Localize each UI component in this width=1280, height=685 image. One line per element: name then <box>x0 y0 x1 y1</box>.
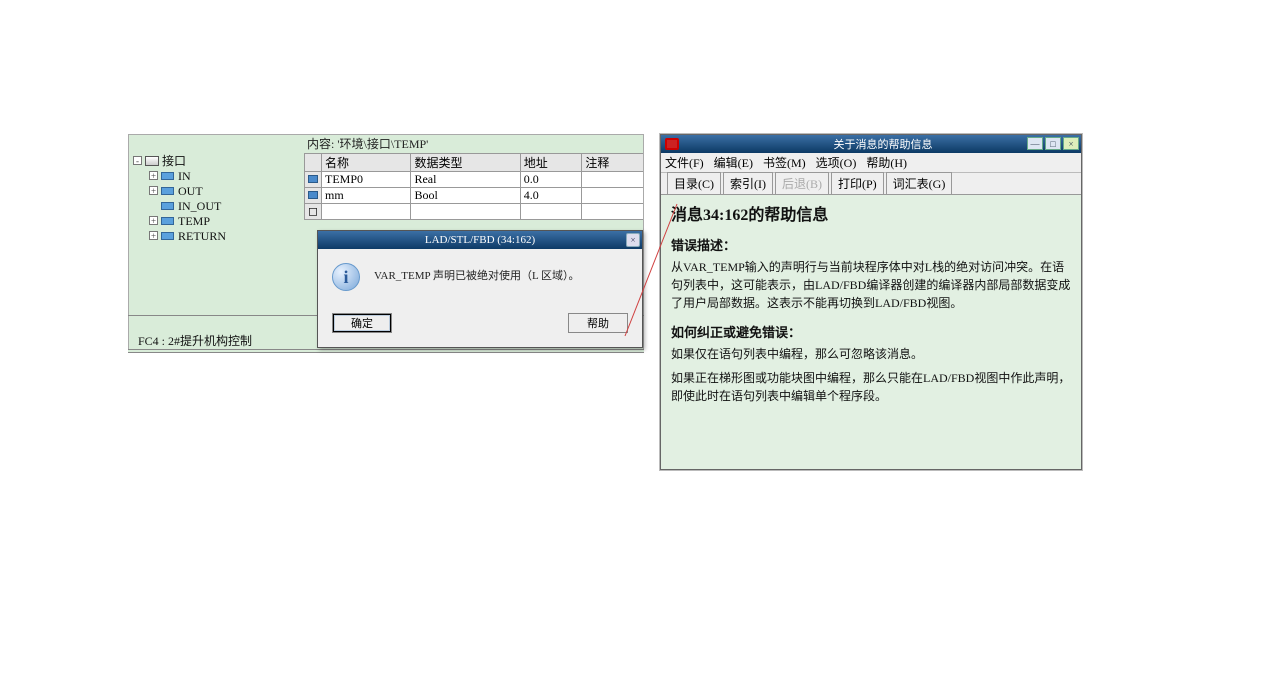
expand-icon[interactable]: + <box>149 231 158 240</box>
interface-tree[interactable]: - 接口 + IN + OUT IN_OUT + TEMP + RETURN <box>129 153 304 333</box>
row-icon <box>308 175 318 183</box>
tree-item-inout[interactable]: IN_OUT <box>129 198 304 213</box>
table-row-empty[interactable]: ◻ <box>305 204 644 220</box>
expand-icon[interactable]: + <box>149 186 158 195</box>
section-icon <box>161 186 175 196</box>
fc-block-label: FC4 : 2#提升机构控制 <box>138 332 252 349</box>
row-icon <box>308 191 318 199</box>
col-name[interactable]: 名称 <box>322 154 411 172</box>
help-titlebar[interactable]: 关于消息的帮助信息 — □ × <box>661 135 1081 153</box>
help-app-icon <box>665 138 679 150</box>
cell-name[interactable]: mm <box>322 188 411 204</box>
cell-name[interactable]: TEMP0 <box>322 172 411 188</box>
tab-index[interactable]: 索引(I) <box>723 172 773 194</box>
dialog-titlebar[interactable]: LAD/STL/FBD (34:162) × <box>318 231 642 249</box>
col-dtype[interactable]: 数据类型 <box>411 154 520 172</box>
menu-options[interactable]: 选项(O) <box>816 154 857 171</box>
close-icon: × <box>630 235 635 245</box>
cell-comment[interactable] <box>582 188 644 204</box>
menu-help[interactable]: 帮助(H) <box>866 154 907 171</box>
expand-icon[interactable]: + <box>149 216 158 225</box>
help-sec2-body-b: 如果正在梯形图或功能块图中编程，那么只能在LAD/FBD视图中作此声明，即使此时… <box>671 369 1071 405</box>
tree-root-label: 接口 <box>162 153 186 169</box>
help-menubar[interactable]: 文件(F) 编辑(E) 书签(M) 选项(O) 帮助(H) <box>661 153 1081 173</box>
content-path-label: 内容: '环境\接口\TEMP' <box>303 135 432 153</box>
collapse-icon[interactable]: - <box>133 156 142 165</box>
close-button[interactable]: × <box>626 233 640 247</box>
expand-icon[interactable]: + <box>149 171 158 180</box>
tab-contents[interactable]: 目录(C) <box>667 172 721 194</box>
help-sec1-body: 从VAR_TEMP输入的声明行与当前块程序体中对L栈的绝对访问冲突。在语句列表中… <box>671 258 1071 312</box>
section-icon <box>161 201 175 211</box>
minimize-button[interactable]: — <box>1027 137 1043 150</box>
maximize-button[interactable]: □ <box>1045 137 1061 150</box>
tab-print[interactable]: 打印(P) <box>831 172 884 194</box>
cell-addr[interactable]: 4.0 <box>520 188 582 204</box>
ok-button[interactable]: 确定 <box>332 313 392 333</box>
tree-item-out[interactable]: + OUT <box>129 183 304 198</box>
col-comment[interactable]: 注释 <box>582 154 644 172</box>
close-button[interactable]: × <box>1063 137 1079 150</box>
section-icon <box>161 171 175 181</box>
tree-item-return[interactable]: + RETURN <box>129 228 304 243</box>
help-title-text: 关于消息的帮助信息 <box>685 136 1081 152</box>
dialog-title-text: LAD/STL/FBD (34:162) <box>425 234 535 246</box>
divider <box>128 349 644 353</box>
help-tabbar[interactable]: 目录(C) 索引(I) 后退(B) 打印(P) 词汇表(G) <box>661 173 1081 195</box>
cell-addr[interactable]: 0.0 <box>520 172 582 188</box>
table-row[interactable]: TEMP0 Real 0.0 <box>305 172 644 188</box>
cell-comment[interactable] <box>582 172 644 188</box>
menu-file[interactable]: 文件(F) <box>665 154 704 171</box>
col-addr[interactable]: 地址 <box>520 154 582 172</box>
menu-edit[interactable]: 编辑(E) <box>714 154 753 171</box>
tree-root[interactable]: - 接口 <box>129 153 304 168</box>
cell-dtype[interactable]: Bool <box>411 188 520 204</box>
menu-bookmark[interactable]: 书签(M) <box>763 154 806 171</box>
tab-glossary[interactable]: 词汇表(G) <box>886 172 953 194</box>
dialog-message: VAR_TEMP 声明已被绝对使用（L 区域）。 <box>374 263 580 283</box>
help-window: 关于消息的帮助信息 — □ × 文件(F) 编辑(E) 书签(M) 选项(O) … <box>660 134 1082 470</box>
section-icon <box>161 231 175 241</box>
help-button[interactable]: 帮助 <box>568 313 628 333</box>
message-dialog: LAD/STL/FBD (34:162) × i VAR_TEMP 声明已被绝对… <box>317 230 643 348</box>
help-heading: 消息34:162的帮助信息 <box>671 201 1071 225</box>
tree-item-in[interactable]: + IN <box>129 168 304 183</box>
help-sec2-title: 如何纠正或避免错误： <box>671 322 1071 341</box>
tab-back: 后退(B) <box>775 172 829 194</box>
interface-icon <box>145 156 159 166</box>
info-icon: i <box>332 263 360 291</box>
variable-table[interactable]: 名称 数据类型 地址 注释 TEMP0 Real 0.0 mm Bool 4.0… <box>304 153 644 226</box>
table-row[interactable]: mm Bool 4.0 <box>305 188 644 204</box>
tree-item-temp[interactable]: + TEMP <box>129 213 304 228</box>
help-sec2-body-a: 如果仅在语句列表中编程，那么可忽略该消息。 <box>671 345 1071 363</box>
help-body[interactable]: 消息34:162的帮助信息 错误描述： 从VAR_TEMP输入的声明行与当前块程… <box>661 195 1081 469</box>
help-sec1-title: 错误描述： <box>671 235 1071 254</box>
cell-dtype[interactable]: Real <box>411 172 520 188</box>
row-header-blank <box>305 154 322 172</box>
section-icon <box>161 216 175 226</box>
